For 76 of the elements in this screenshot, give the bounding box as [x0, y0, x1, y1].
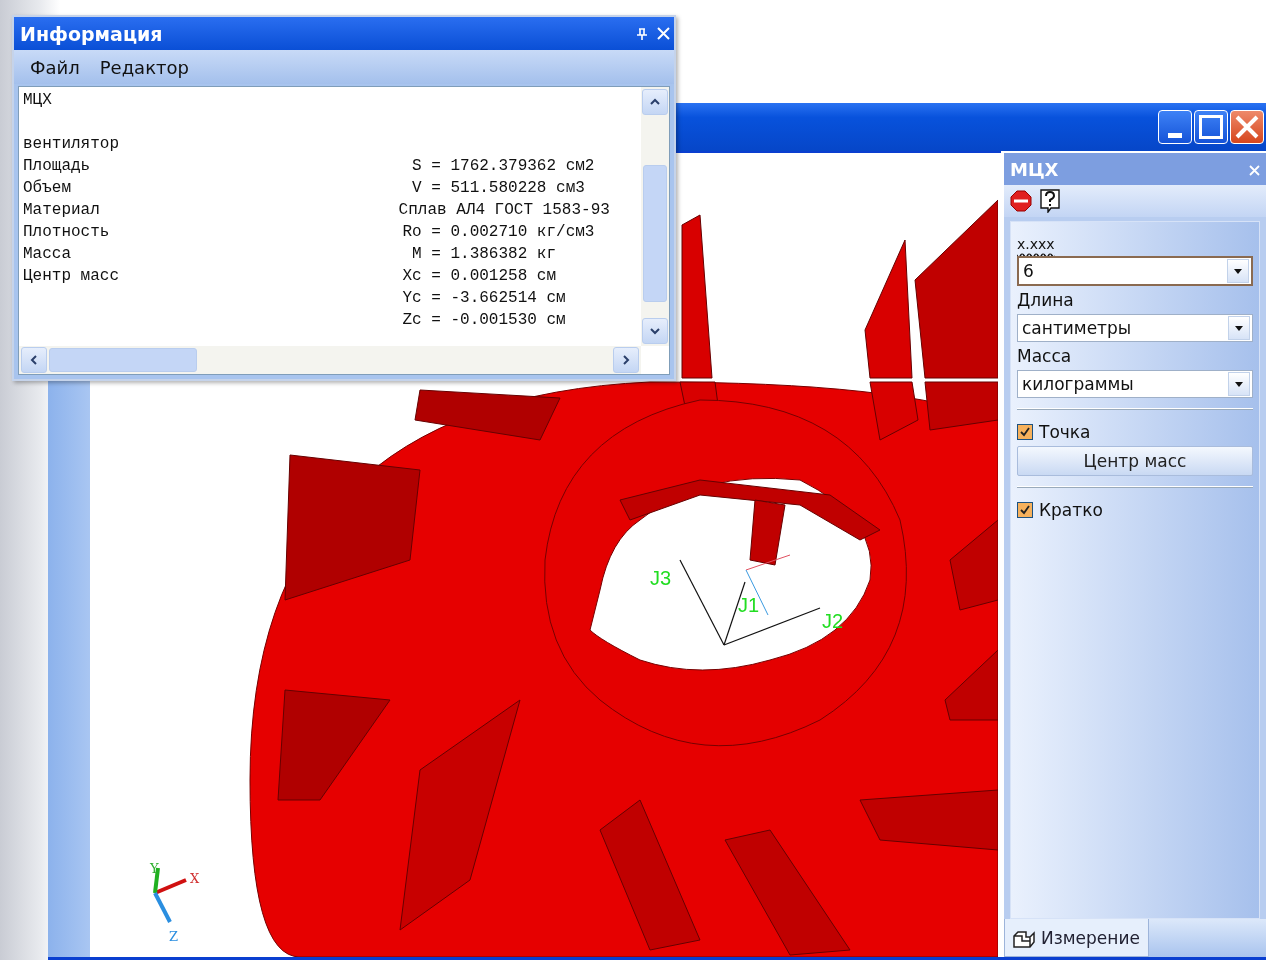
property-name: Площадь [23, 156, 92, 177]
chevron-right-icon [620, 354, 632, 366]
stop-sign-icon[interactable] [1010, 190, 1032, 212]
property-symbol: Yc [401, 288, 422, 309]
axis-label: J3 [650, 567, 672, 589]
close-button[interactable] [657, 27, 670, 40]
property-symbol: V [411, 178, 422, 199]
dropdown-value: 6 [1023, 261, 1034, 281]
tab[interactable]: Измерение [1004, 919, 1149, 957]
help-icon[interactable] [1040, 189, 1060, 213]
property-symbol: M [411, 244, 422, 265]
property-value: = 0.002710 кг/см3 [431, 222, 596, 243]
checkbox-label: Точка [1039, 422, 1091, 442]
property-value: = 1.386382 кг [431, 244, 558, 265]
property-value: = -0.001530 см [431, 310, 567, 331]
close-icon [1249, 164, 1260, 176]
caret-icon [1234, 268, 1242, 274]
scroll-left-button[interactable] [21, 347, 47, 373]
chevron-down-icon [649, 325, 661, 337]
pin-button[interactable] [637, 27, 647, 40]
close-icon [1235, 115, 1259, 139]
panel-title: МЦХ [1010, 158, 1059, 180]
center-of-mass-button[interactable]: Центр масс [1017, 446, 1253, 476]
caret-icon [1235, 325, 1243, 331]
dropdown-field[interactable]: 6 [1017, 256, 1253, 286]
precision-label: x.xxx [1017, 236, 1055, 252]
maximize-icon [1199, 115, 1223, 139]
dropdown-value: килограммы [1022, 374, 1134, 394]
object-name: вентилятор [23, 134, 119, 155]
axis-label: J1 [738, 594, 760, 616]
window-title: Информация [20, 22, 163, 45]
caret-icon [1235, 381, 1243, 387]
dropdown-field[interactable]: сантиметры [1017, 314, 1253, 342]
close-button[interactable] [1230, 110, 1264, 144]
property-name: Плотность [23, 222, 111, 243]
scroll-down-button[interactable] [642, 318, 668, 344]
axis-name: Z [169, 929, 179, 944]
axis-name: X [190, 871, 200, 886]
property-value: = 0.001258 см [431, 266, 558, 287]
field-label: Масса [1017, 346, 1072, 366]
property-value: Сплав АЛ4 ГОСТ 1583-93 [398, 200, 611, 221]
report-heading: МЦХ [23, 90, 52, 111]
property-name: Материал [23, 200, 101, 221]
property-name: Объем [23, 178, 72, 199]
dropdown-field[interactable]: килограммы [1017, 370, 1253, 398]
field-label: Длина [1017, 290, 1074, 310]
maximize-button[interactable] [1194, 110, 1228, 144]
property-value: = 1762.379362 см2 [431, 156, 596, 177]
pin-icon [637, 27, 647, 40]
property-symbol: S [411, 156, 422, 177]
scroll-up-button[interactable] [642, 89, 668, 115]
property-name: Масса [23, 244, 72, 265]
property-symbol: Zc [401, 310, 422, 331]
property-symbol: Xc [401, 266, 422, 287]
property-value: = 511.580228 см3 [431, 178, 586, 199]
minimize-button[interactable] [1158, 110, 1192, 144]
property-symbol: Ro [401, 222, 422, 243]
checkbox-label: Кратко [1039, 500, 1103, 520]
checkbox[interactable] [1017, 502, 1033, 518]
minimize-icon [1168, 132, 1182, 138]
menu-item[interactable]: Файл [22, 56, 88, 78]
property-name: Центр масс [23, 266, 120, 287]
close-icon [657, 27, 670, 40]
property-value: = -3.662514 см [431, 288, 567, 309]
dropdown-button[interactable] [1227, 259, 1249, 283]
menu-item[interactable]: Редактор [91, 56, 197, 78]
chevron-left-icon [28, 354, 40, 366]
dropdown-button[interactable] [1228, 372, 1250, 396]
scroll-right-button[interactable] [613, 347, 639, 373]
dropdown-button[interactable] [1228, 316, 1250, 340]
horizontal-scrollbar[interactable] [19, 346, 641, 374]
axis-name: Y [150, 861, 159, 876]
checkbox[interactable] [1017, 424, 1033, 440]
axis-label: J2 [822, 610, 844, 632]
dropdown-value: сантиметры [1022, 318, 1132, 338]
vertical-scrollbar[interactable] [641, 87, 669, 346]
